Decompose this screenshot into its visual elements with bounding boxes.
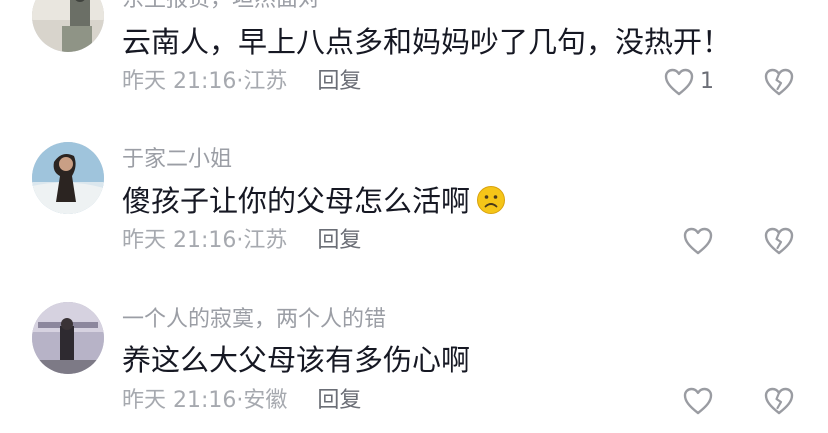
avatar[interactable] [32, 142, 104, 214]
reply-button[interactable]: 回复 [317, 228, 361, 253]
like-button[interactable]: 1 [664, 66, 714, 98]
comment-meta: 昨天 21:16·安徽 回复 [122, 386, 361, 416]
comment-username[interactable]: 一个人的寂寞，两个人的错 [122, 306, 386, 334]
sad-face-emoji-icon [477, 186, 506, 214]
comment-location: 江苏 [243, 228, 288, 253]
avatar[interactable] [32, 302, 104, 374]
reply-button[interactable]: 回复 [317, 388, 361, 413]
heart-outline-icon [683, 227, 713, 255]
like-button[interactable] [683, 385, 713, 417]
comment-text: 云南人，早上八点多和妈妈吵了几句，没热开！ [122, 25, 732, 59]
avatar-photo [32, 142, 104, 214]
heart-outline-icon [664, 68, 694, 96]
broken-heart-icon [764, 68, 794, 96]
comment-location: 安徽 [243, 388, 288, 413]
comment-meta: 昨天 21:16·江苏 回复 [122, 67, 361, 97]
heart-outline-icon [683, 387, 713, 415]
like-count: 1 [700, 69, 714, 94]
comment-time: 昨天 21:16 [122, 228, 237, 253]
comment-location: 江苏 [243, 69, 288, 94]
comment-text: 养这么大父母该有多伤心啊 [122, 343, 471, 377]
avatar[interactable] [32, 0, 104, 52]
dislike-button[interactable] [761, 66, 797, 98]
comment-meta: 昨天 21:16·江苏 回复 [122, 226, 361, 256]
broken-heart-icon [764, 227, 794, 255]
comment-text-content: 傻孩子让你的父母怎么活啊 [122, 184, 471, 218]
comment-time: 昨天 21:16 [122, 388, 237, 413]
avatar-photo [32, 302, 104, 374]
dislike-button[interactable] [761, 225, 797, 257]
dislike-button[interactable] [761, 385, 797, 417]
comment-username[interactable]: 东土报贯，坦然面对 [122, 0, 320, 14]
avatar-photo [32, 0, 104, 52]
broken-heart-icon [764, 387, 794, 415]
reply-button[interactable]: 回复 [317, 69, 361, 94]
comment-username[interactable]: 于家二小姐 [122, 146, 232, 174]
comment-time: 昨天 21:16 [122, 69, 237, 94]
like-button[interactable] [683, 225, 713, 257]
comment-text: 傻孩子让你的父母怎么活啊 [122, 181, 506, 221]
